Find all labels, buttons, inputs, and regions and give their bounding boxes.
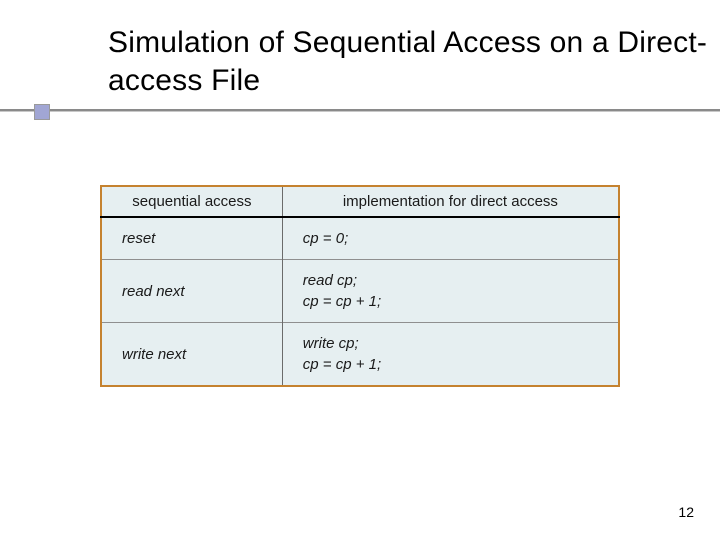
- slide: Simulation of Sequential Access on a Dir…: [0, 0, 720, 540]
- slide-title: Simulation of Sequential Access on a Dir…: [108, 24, 720, 99]
- op-impl: write cp;cp = cp + 1;: [282, 323, 619, 387]
- col-header-implementation: implementation for direct access: [282, 186, 619, 217]
- op-impl: cp = 0;: [282, 217, 619, 260]
- table-row: write next write cp;cp = cp + 1;: [101, 323, 619, 387]
- divider-line-bottom: [0, 111, 720, 112]
- page-number: 12: [678, 504, 694, 520]
- title-rule: [0, 109, 720, 133]
- col-header-sequential: sequential access: [101, 186, 282, 217]
- table-header-row: sequential access implementation for dir…: [101, 186, 619, 217]
- table-container: sequential access implementation for dir…: [100, 185, 620, 387]
- op-name: write next: [101, 323, 282, 387]
- table-row: read next read cp;cp = cp + 1;: [101, 260, 619, 323]
- operations-table: sequential access implementation for dir…: [100, 185, 620, 387]
- op-impl: read cp;cp = cp + 1;: [282, 260, 619, 323]
- op-name: reset: [101, 217, 282, 260]
- table-row: reset cp = 0;: [101, 217, 619, 260]
- bullet-square-icon: [34, 104, 50, 120]
- op-name: read next: [101, 260, 282, 323]
- title-wrap: Simulation of Sequential Access on a Dir…: [0, 0, 720, 99]
